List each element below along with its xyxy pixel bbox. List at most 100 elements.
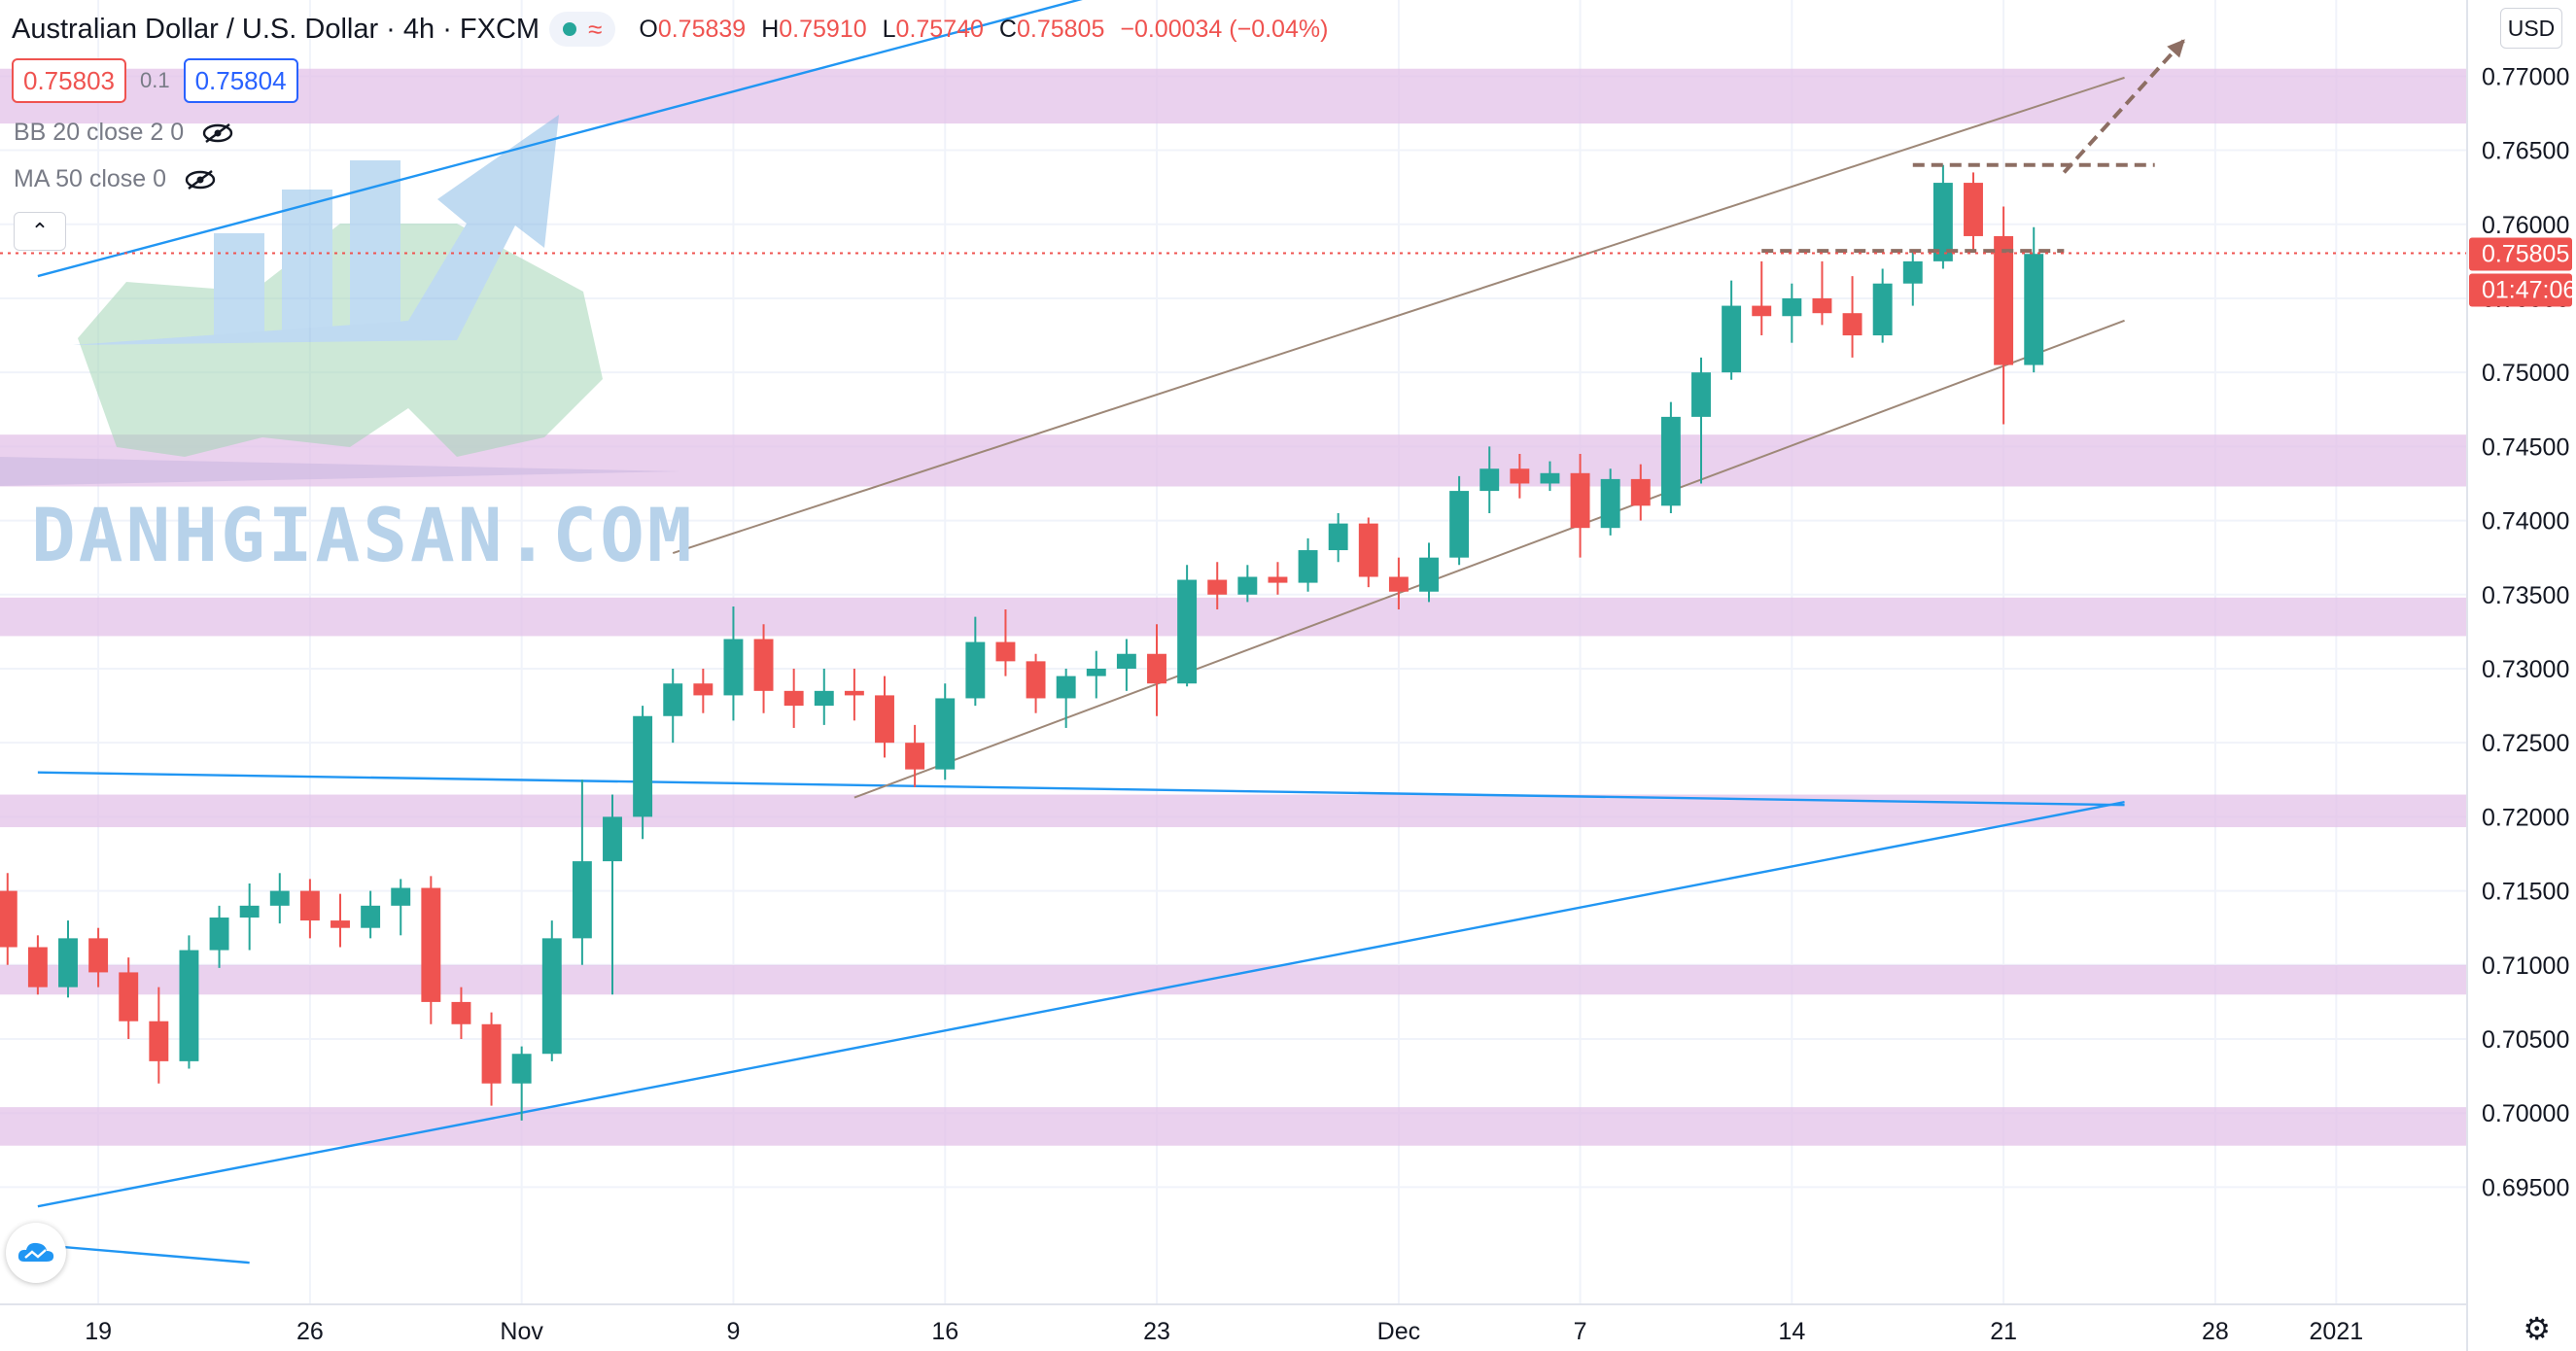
candle-body: [27, 947, 48, 987]
time-tick-label: 14: [1778, 1318, 1805, 1345]
indicator-bb[interactable]: BB 20 close 2 0: [14, 119, 234, 147]
candle-body: [783, 690, 804, 707]
candle-body: [1722, 305, 1742, 373]
candle-body: [1207, 579, 1228, 595]
sr-zone: [0, 434, 2467, 487]
indicator-ma-label: MA 50 close 0: [14, 165, 167, 192]
channel-line: [853, 319, 2125, 799]
candle-body: [663, 683, 683, 716]
price-chart[interactable]: 0.770000.765000.760000.755000.750000.745…: [0, 0, 2576, 1351]
candle-body: [119, 972, 139, 1022]
candle-body: [269, 890, 290, 906]
market-open-icon: [563, 22, 577, 36]
candle-body: [451, 1001, 471, 1024]
tradingview-logo[interactable]: [6, 1223, 66, 1283]
close-label: C: [998, 15, 1017, 43]
high-value: 0.75910: [779, 15, 867, 43]
price-tick-label: 0.71500: [2482, 879, 2569, 906]
sell-button[interactable]: 0.75803: [12, 58, 126, 103]
candle-body: [1540, 472, 1560, 484]
candle-body: [995, 641, 1016, 662]
low-value: 0.75740: [895, 15, 984, 43]
candle-body: [1328, 523, 1348, 551]
candle-body: [1086, 668, 1106, 676]
time-tick-label: 16: [931, 1318, 958, 1345]
candle-body: [1842, 313, 1862, 336]
price-axis[interactable]: 0.770000.765000.760000.755000.750000.745…: [2482, 63, 2569, 1201]
open-label: O: [639, 15, 658, 43]
candle-body: [1479, 468, 1500, 492]
sr-zone: [0, 964, 2467, 995]
candle-body: [1177, 579, 1198, 684]
candle-body: [1510, 468, 1530, 484]
candle-body: [421, 887, 441, 1002]
time-tick-label: Dec: [1377, 1318, 1420, 1345]
price-tick-label: 0.77000: [2482, 63, 2569, 90]
change-value: −0.00034 (−0.04%): [1120, 15, 1329, 43]
time-axis[interactable]: 19 26 Nov 9 16 23 Dec 7 14 21 28 2021: [85, 1318, 2363, 1345]
candle-body: [1660, 416, 1681, 506]
candle-body: [603, 816, 622, 862]
settings-gear-icon[interactable]: ⚙: [2523, 1310, 2551, 1347]
buy-button[interactable]: 0.75804: [183, 58, 298, 103]
candle-body: [1570, 472, 1590, 529]
candle-body: [1630, 478, 1651, 506]
sr-zone: [0, 1107, 2467, 1146]
candle-body: [1056, 676, 1076, 699]
candle-body: [209, 918, 229, 951]
price-tick-label: 0.76000: [2482, 212, 2569, 239]
candle-body: [1419, 557, 1439, 592]
candle-body: [149, 1021, 169, 1061]
candle-body: [1994, 235, 2014, 365]
time-tick-label: 23: [1143, 1318, 1170, 1345]
candle-body: [875, 695, 894, 744]
market-status-pill[interactable]: ≈: [549, 12, 616, 47]
candle-body: [541, 938, 562, 1055]
candle-body: [844, 690, 864, 696]
watermark-text: DANHGIASAN.COM: [31, 492, 695, 578]
time-tick-label: 21: [1990, 1318, 2017, 1345]
eye-hidden-icon[interactable]: [201, 122, 234, 144]
indicator-bb-label: BB 20 close 2 0: [14, 119, 185, 146]
candle-body: [58, 938, 78, 987]
candle-body: [1298, 550, 1318, 583]
price-tick-label: 0.70000: [2482, 1100, 2569, 1127]
candle-body: [935, 698, 956, 770]
candle-body: [693, 683, 714, 696]
price-tick-label: 0.74000: [2482, 508, 2569, 536]
time-tick-label: 19: [85, 1318, 112, 1345]
time-tick-label: 2021: [2310, 1318, 2364, 1345]
price-tick-label: 0.73500: [2482, 582, 2569, 609]
blue-trend-line: [37, 800, 2125, 1208]
candle-body: [1237, 576, 1258, 595]
symbol-title[interactable]: Australian Dollar / U.S. Dollar · 4h · F…: [12, 14, 540, 46]
candle-body: [1116, 653, 1136, 669]
collapse-legend-button[interactable]: ⌃: [14, 212, 66, 251]
spread-value: 0.1: [139, 68, 170, 92]
sr-zone: [0, 68, 2467, 124]
candle-body: [1691, 372, 1711, 417]
last-price-text: 0.75805: [2482, 240, 2569, 267]
candle-body: [633, 715, 653, 817]
candle-body: [1268, 576, 1288, 583]
last-price-label: 0.75805 01:47:06: [2469, 237, 2576, 307]
indicator-ma[interactable]: MA 50 close 0: [14, 165, 217, 193]
candle-body: [1752, 305, 1772, 317]
candle-body: [481, 1023, 502, 1084]
candle-body: [391, 887, 411, 906]
sr-zone: [0, 794, 2467, 828]
sr-zone: [0, 597, 2467, 637]
candle-body: [331, 920, 350, 928]
currency-button[interactable]: USD: [2500, 8, 2562, 49]
price-tick-label: 0.76500: [2482, 138, 2569, 165]
price-tick-label: 0.75000: [2482, 360, 2569, 387]
cloud-logo-icon: [17, 1242, 54, 1262]
candle-body: [2024, 254, 2044, 365]
trade-buttons: 0.75803 0.1 0.75804: [12, 58, 298, 103]
time-tick-label: 9: [726, 1318, 740, 1345]
candle-body: [1600, 478, 1620, 529]
eye-hidden-icon[interactable]: [184, 169, 217, 191]
candle-body: [1358, 523, 1378, 577]
candle-body: [723, 639, 744, 696]
candle-body: [1026, 661, 1046, 699]
